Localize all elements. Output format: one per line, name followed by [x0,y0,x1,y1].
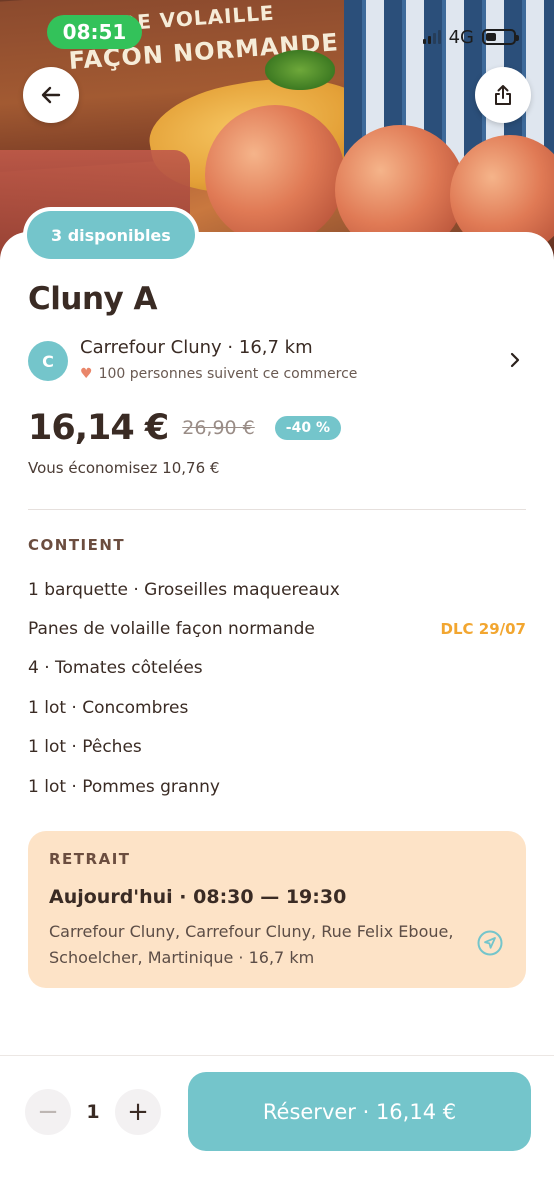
hero-herb [265,50,335,90]
price-row: 16,14 € 26,90 € -40 % [28,405,341,451]
back-button[interactable] [23,67,79,123]
separator-dot: · [233,948,249,967]
item-text: 4 · Tomates côtelées [28,658,203,679]
list-item: 1 barquette · Groseilles maquereaux [28,570,526,609]
back-arrow-icon [41,86,61,104]
quantity-value: 1 [86,1101,100,1123]
discount-badge: -40 % [274,416,341,440]
pickup-time: Aujourd'hui · 08:30 — 19:30 [49,886,347,908]
store-name: Carrefour Cluny [80,337,222,358]
savings-text: Vous économisez 10,76 € [28,459,220,477]
item-text: 1 lot · Pommes granny [28,776,220,797]
store-followers: ♥ 100 personnes suivent ce commerce [80,366,357,382]
dlc-tag: DLC 29/07 [440,620,526,639]
chevron-right-icon [510,352,520,368]
bottom-bar-divider [0,1055,554,1056]
current-price: 16,14 € [28,408,169,448]
offer-title: Cluny A [28,281,158,317]
availability-badge: 3 disponibles [23,207,199,263]
store-avatar: C [28,341,68,381]
list-item: 4 · Tomates côtelées [28,649,526,688]
navigation-arrow-icon[interactable] [476,929,504,957]
divider [28,509,526,510]
pickup-address-block: Carrefour Cluny, Carrefour Cluny, Rue Fe… [49,919,469,971]
increase-quantity-button[interactable]: + [115,1089,161,1135]
followers-text: 100 personnes suivent ce commerce [98,366,358,382]
pickup-distance: 16,7 km [248,948,315,967]
store-distance: 16,7 km [238,337,313,358]
share-icon [495,85,511,105]
decrease-quantity-button[interactable]: − [25,1089,71,1135]
status-indicators: 4G [422,26,519,48]
battery-icon [482,29,519,45]
contents-list: 1 barquette · Groseilles maquereaux Pane… [28,570,526,806]
list-item: Panes de volaille façon normande DLC 29/… [28,609,526,648]
list-item: 1 lot · Pêches [28,728,526,767]
pickup-card: RETRAIT Aujourd'hui · 08:30 — 19:30 Carr… [28,831,526,988]
separator-dot: · [227,337,239,358]
item-text: 1 lot · Pêches [28,737,142,758]
item-text: Panes de volaille façon normande [28,619,315,640]
status-time: 08:51 [47,15,142,49]
quantity-stepper: − 1 + [25,1089,161,1135]
signal-icon [422,30,441,44]
availability-label: 3 disponibles [27,211,195,259]
heart-icon: ♥ [80,366,93,382]
contents-label: CONTIENT [28,536,126,554]
share-button[interactable] [475,67,531,123]
network-label: 4G [448,26,474,48]
original-price: 26,90 € [182,417,255,439]
store-link[interactable]: C Carrefour Cluny · 16,7 km ♥ 100 person… [28,334,526,390]
item-text: 1 lot · Concombres [28,697,189,718]
list-item: 1 lot · Concombres [28,688,526,727]
store-name-line: Carrefour Cluny · 16,7 km [80,337,313,358]
item-text: 1 barquette · Groseilles maquereaux [28,579,340,600]
reserve-button[interactable]: Réserver · 16,14 € [188,1072,531,1151]
hero-peach [205,105,345,245]
pickup-label: RETRAIT [49,850,131,868]
list-item: 1 lot · Pommes granny [28,767,526,806]
